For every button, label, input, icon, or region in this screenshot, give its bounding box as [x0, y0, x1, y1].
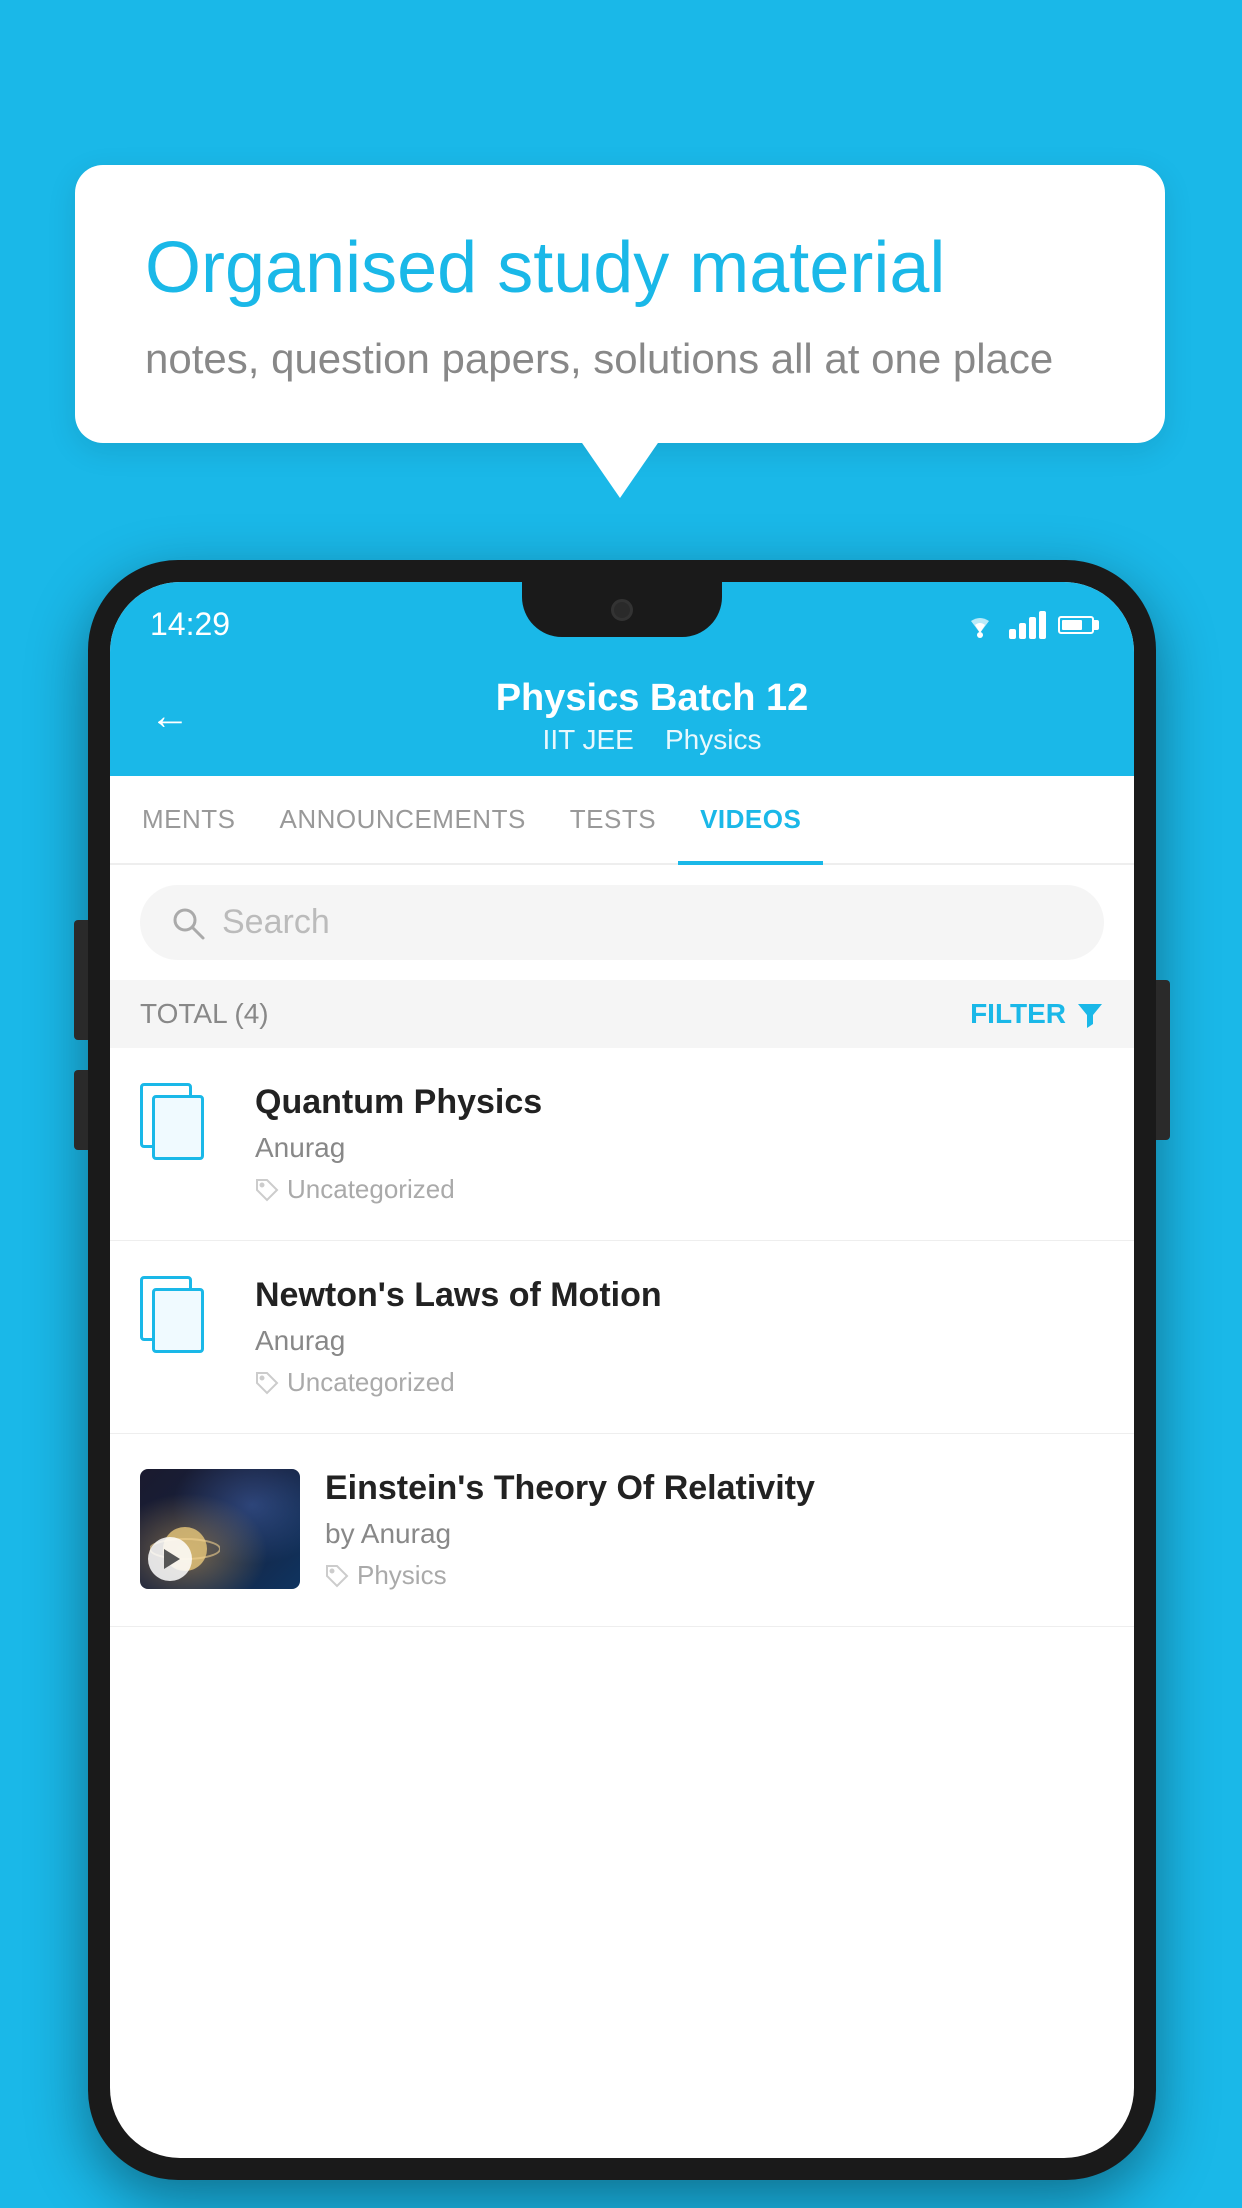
video-author: Anurag [255, 1132, 1104, 1164]
video-tag: Uncategorized [255, 1174, 1104, 1205]
tag-label: Uncategorized [287, 1174, 455, 1205]
bubble-title: Organised study material [145, 225, 1095, 311]
search-icon [170, 905, 206, 941]
status-icons [963, 611, 1094, 639]
video-tag: Physics [325, 1560, 1104, 1591]
tab-videos[interactable]: VIDEOS [678, 776, 823, 863]
battery-icon [1058, 616, 1094, 634]
tag-icon [255, 1371, 279, 1395]
phone-screen: 14:29 [110, 582, 1134, 2158]
video-info: Quantum Physics Anurag Uncategorized [255, 1083, 1104, 1205]
filter-label: FILTER [970, 998, 1066, 1030]
search-container: Search [110, 865, 1134, 980]
tag-icon [255, 1178, 279, 1202]
document-icon [140, 1276, 230, 1366]
back-button[interactable]: ← [150, 694, 190, 739]
video-thumbnail [140, 1469, 300, 1589]
tab-ments[interactable]: MENTS [120, 776, 258, 863]
video-author: by Anurag [325, 1518, 1104, 1550]
video-title: Quantum Physics [255, 1083, 1104, 1122]
wifi-icon [963, 611, 997, 639]
total-count: TOTAL (4) [140, 998, 269, 1030]
power-button [1156, 980, 1170, 1140]
list-item[interactable]: Quantum Physics Anurag Uncategorized [110, 1048, 1134, 1241]
search-box[interactable]: Search [140, 885, 1104, 960]
filter-bar: TOTAL (4) FILTER [110, 980, 1134, 1048]
filter-button[interactable]: FILTER [970, 998, 1104, 1030]
video-author: Anurag [255, 1325, 1104, 1357]
batch-title: Physics Batch 12 [210, 677, 1094, 720]
signal-icon [1009, 611, 1046, 639]
document-icon [140, 1083, 230, 1173]
tag-icon [325, 1564, 349, 1588]
header-title-block: Physics Batch 12 IIT JEE Physics [210, 677, 1094, 756]
volume-button [74, 1070, 88, 1150]
status-time: 14:29 [150, 606, 230, 643]
filter-icon [1076, 1000, 1104, 1028]
subtitle-tag2: Physics [665, 724, 761, 755]
video-info: Einstein's Theory Of Relativity by Anura… [325, 1469, 1104, 1591]
play-button[interactable] [148, 1537, 192, 1581]
tab-announcements[interactable]: ANNOUNCEMENTS [258, 776, 548, 863]
video-tag: Uncategorized [255, 1367, 1104, 1398]
camera [611, 599, 633, 621]
video-list: Quantum Physics Anurag Uncategorized [110, 1048, 1134, 1627]
subtitle-tag1: IIT JEE [543, 724, 634, 755]
phone-shell: 14:29 [88, 560, 1156, 2180]
list-item[interactable]: Newton's Laws of Motion Anurag Uncategor… [110, 1241, 1134, 1434]
search-placeholder: Search [222, 903, 330, 942]
bubble-subtitle: notes, question papers, solutions all at… [145, 335, 1095, 383]
phone-wrapper: 14:29 [88, 560, 1156, 2180]
tab-tests[interactable]: TESTS [548, 776, 678, 863]
tag-label: Uncategorized [287, 1367, 455, 1398]
app-header: ← Physics Batch 12 IIT JEE Physics [110, 657, 1134, 776]
speech-bubble: Organised study material notes, question… [75, 165, 1165, 443]
play-triangle [164, 1549, 180, 1569]
video-title: Newton's Laws of Motion [255, 1276, 1104, 1315]
video-info: Newton's Laws of Motion Anurag Uncategor… [255, 1276, 1104, 1398]
tabs-bar: MENTS ANNOUNCEMENTS TESTS VIDEOS [110, 776, 1134, 865]
batch-subtitle: IIT JEE Physics [210, 724, 1094, 756]
notch [522, 582, 722, 637]
video-title: Einstein's Theory Of Relativity [325, 1469, 1104, 1508]
list-item[interactable]: Einstein's Theory Of Relativity by Anura… [110, 1434, 1134, 1627]
tag-label: Physics [357, 1560, 447, 1591]
